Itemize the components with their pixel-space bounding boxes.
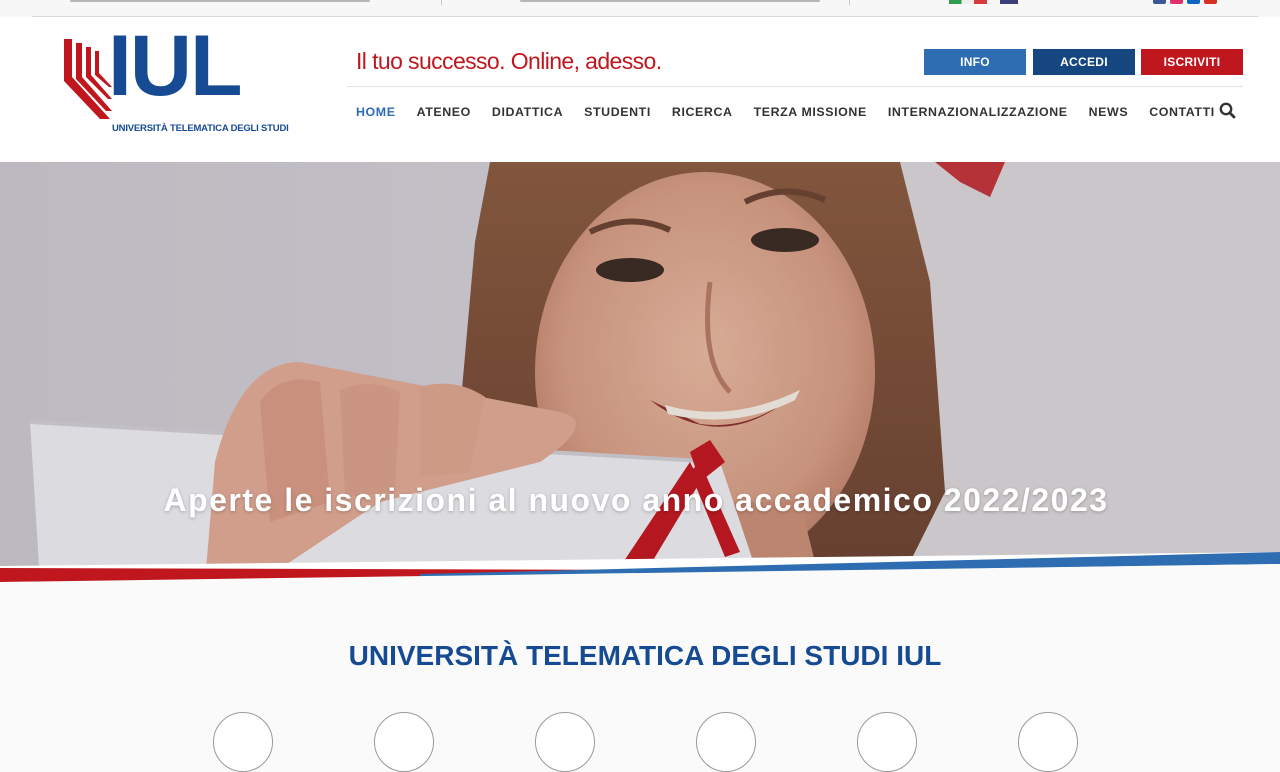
top-bar-divider (441, 0, 442, 5)
feature-circle-icon[interactable] (696, 712, 756, 772)
nav-item-ateneo[interactable]: ATENEO (417, 105, 471, 121)
feature-circle-icon[interactable] (857, 712, 917, 772)
main-nav: HOME ATENEO DIDATTICA STUDENTI RICERCA T… (356, 105, 1236, 121)
nav-item-home[interactable]: HOME (356, 105, 396, 121)
info-button[interactable]: INFO (924, 49, 1026, 75)
youtube-icon[interactable] (1204, 0, 1217, 4)
accedi-button[interactable]: ACCEDI (1033, 49, 1135, 75)
nav-item-ricerca[interactable]: RICERCA (672, 105, 733, 121)
nav-item-contatti[interactable]: CONTATTI (1149, 105, 1215, 121)
site-logo[interactable]: IUL UNIVERSITÀ TELEMATICA DEGLI STUDI (62, 23, 289, 137)
top-utility-bar (0, 0, 1280, 17)
top-bar-divider (849, 0, 850, 5)
feature-circle-icon[interactable] (374, 712, 434, 772)
book-logo-icon (64, 39, 112, 119)
search-button[interactable] (1218, 101, 1238, 121)
facebook-icon[interactable] (1153, 0, 1166, 4)
nav-item-internazionalizzazione[interactable]: INTERNAZIONALIZZAZIONE (888, 105, 1068, 121)
top-bar-text (70, 0, 370, 2)
nav-item-terza-missione[interactable]: TERZA MISSIONE (754, 105, 867, 121)
nav-item-news[interactable]: NEWS (1089, 105, 1129, 121)
logo-subtitle: UNIVERSITÀ TELEMATICA DEGLI STUDI (112, 123, 289, 134)
nav-item-studenti[interactable]: STUDENTI (584, 105, 651, 121)
linkedin-icon[interactable] (1187, 0, 1200, 4)
hero-banner[interactable]: Aperte le iscrizioni al nuovo anno accad… (0, 162, 1280, 582)
site-header: IUL UNIVERSITÀ TELEMATICA DEGLI STUDI Il… (0, 17, 1280, 162)
iscriviti-button[interactable]: ISCRIVITI (1141, 49, 1243, 75)
feature-circle-icon[interactable] (535, 712, 595, 772)
section-title: UNIVERSITÀ TELEMATICA DEGLI STUDI IUL (348, 640, 942, 671)
hero-caption[interactable]: Aperte le iscrizioni al nuovo anno accad… (0, 482, 1272, 519)
nav-divider (347, 86, 1243, 87)
brand-stripes (0, 552, 1280, 588)
nav-item-didattica[interactable]: DIDATTICA (492, 105, 563, 121)
english-flag-icon[interactable] (1000, 0, 1018, 4)
instagram-icon[interactable] (1170, 0, 1183, 4)
top-bar-text (520, 0, 820, 2)
hero-overlay (0, 162, 1280, 582)
logo-text: IUL (108, 18, 243, 114)
search-icon (1219, 102, 1236, 119)
feature-circle-icon[interactable] (1018, 712, 1078, 772)
slogan: Il tuo successo. Online, adesso. (356, 48, 662, 74)
feature-circle-icon[interactable] (213, 712, 273, 772)
italian-flag-icon[interactable] (949, 0, 987, 4)
